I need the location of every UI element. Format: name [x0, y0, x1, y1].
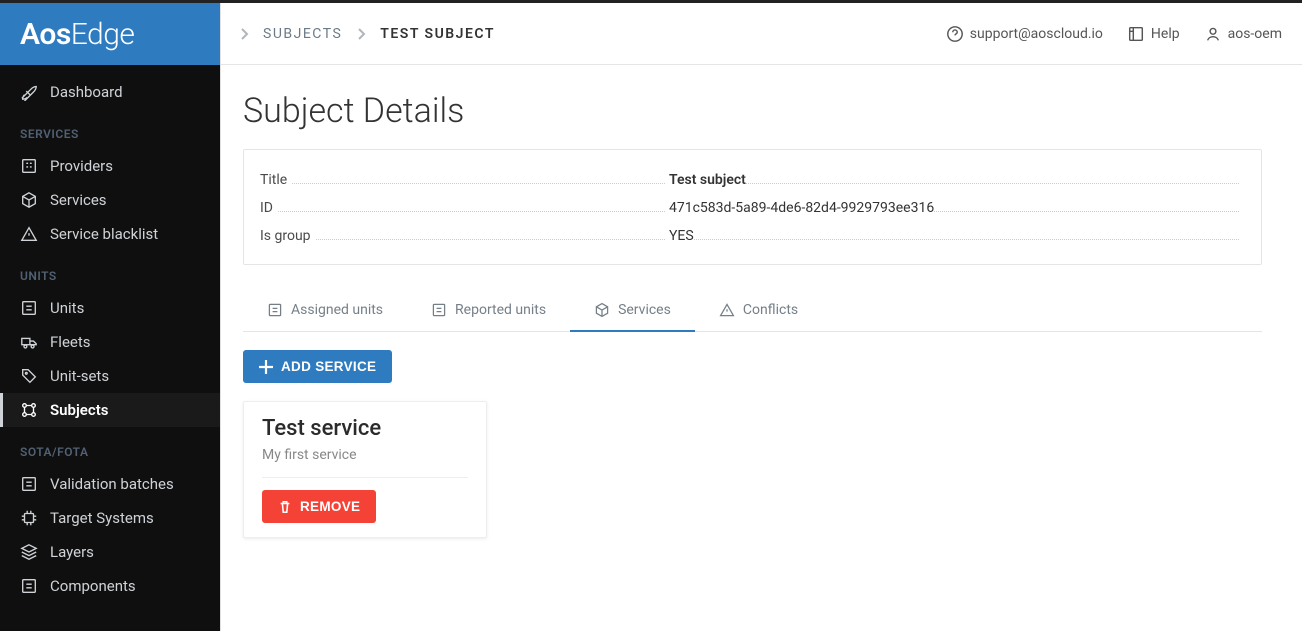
rocket-icon: [20, 83, 38, 101]
cube-icon: [20, 191, 38, 209]
sidebar-item-components[interactable]: Components: [0, 569, 220, 603]
tab-conflicts[interactable]: Conflicts: [695, 290, 822, 332]
page-title: Subject Details: [243, 91, 1262, 131]
layers-icon: [20, 543, 38, 561]
topbar-actions: support@aoscloud.io Help aos-oem: [946, 25, 1282, 43]
user-menu[interactable]: aos-oem: [1204, 25, 1282, 43]
detail-row-id: ID 471c583d-5a89-4de6-82d4-9929793ee316: [260, 194, 1239, 222]
sidebar-item-layers[interactable]: Layers: [0, 535, 220, 569]
sidebar-item-fleets[interactable]: Fleets: [0, 325, 220, 359]
sidebar-item-label: Services: [50, 191, 107, 209]
breadcrumb: SUBJECTS TEST SUBJECT: [239, 26, 932, 42]
nodes-icon: [20, 401, 38, 419]
sidebar-item-units[interactable]: Units: [0, 291, 220, 325]
sidebar-item-validation-batches[interactable]: Validation batches: [0, 467, 220, 501]
tag-icon: [20, 367, 38, 385]
list-icon: [20, 299, 38, 317]
main: SUBJECTS TEST SUBJECT support@aoscloud.i…: [220, 3, 1302, 631]
detail-value: 471c583d-5a89-4de6-82d4-9929793ee316: [665, 200, 934, 216]
sidebar-section-units: UNITS: [0, 251, 220, 291]
list-icon: [20, 475, 38, 493]
sidebar-item-label: Subjects: [50, 401, 108, 419]
book-icon: [1127, 25, 1145, 43]
sidebar-section-services: SERVICES: [0, 109, 220, 149]
sidebar-item-target-systems[interactable]: Target Systems: [0, 501, 220, 535]
sidebar-item-providers[interactable]: Providers: [0, 149, 220, 183]
sidebar-item-label: Service blacklist: [50, 225, 158, 243]
breadcrumb-current: TEST SUBJECT: [380, 26, 495, 42]
chevron-right-icon: [356, 27, 366, 41]
truck-icon: [20, 333, 38, 351]
detail-label: Is group: [260, 228, 665, 244]
content: Subject Details Title Test subject ID 47…: [221, 65, 1302, 631]
warning-icon: [719, 302, 735, 318]
detail-value: YES: [665, 228, 694, 244]
topbar: SUBJECTS TEST SUBJECT support@aoscloud.i…: [221, 3, 1302, 65]
detail-label: ID: [260, 200, 665, 216]
sidebar-item-label: Units: [50, 299, 84, 317]
building-icon: [20, 157, 38, 175]
tabs: Assigned units Reported units Services C…: [243, 289, 1262, 332]
sidebar-section-sotafota: SOTA/FOTA: [0, 427, 220, 467]
list-icon: [20, 577, 38, 595]
tab-services[interactable]: Services: [570, 290, 695, 332]
tab-reported-units[interactable]: Reported units: [407, 290, 570, 332]
details-panel: Title Test subject ID 471c583d-5a89-4de6…: [243, 149, 1262, 265]
help-circle-icon: [946, 25, 964, 43]
warning-icon: [20, 225, 38, 243]
sidebar-item-label: Layers: [50, 543, 94, 561]
support-link[interactable]: support@aoscloud.io: [946, 25, 1103, 43]
sidebar-item-label: Fleets: [50, 333, 91, 351]
sidebar-item-services[interactable]: Services: [0, 183, 220, 217]
sidebar-item-label: Providers: [50, 157, 113, 175]
sidebar-item-subjects[interactable]: Subjects: [0, 393, 220, 427]
add-service-button[interactable]: ADD SERVICE: [243, 350, 392, 383]
list-icon: [431, 302, 447, 318]
chevron-right-icon: [239, 27, 249, 41]
sidebar: AosEdge Dashboard SERVICES Providers Ser…: [0, 3, 220, 631]
trash-icon: [278, 500, 292, 514]
detail-row-title: Title Test subject: [260, 166, 1239, 194]
service-card-title: Test service: [262, 416, 468, 441]
logo[interactable]: AosEdge: [0, 3, 220, 65]
detail-label: Title: [260, 172, 665, 188]
tab-assigned-units[interactable]: Assigned units: [243, 290, 407, 332]
sidebar-item-label: Target Systems: [50, 509, 154, 527]
breadcrumb-subjects[interactable]: SUBJECTS: [263, 26, 342, 42]
list-icon: [267, 302, 283, 318]
sidebar-item-service-blacklist[interactable]: Service blacklist: [0, 217, 220, 251]
user-icon: [1204, 25, 1222, 43]
sidebar-item-label: Unit-sets: [50, 367, 109, 385]
detail-row-group: Is group YES: [260, 222, 1239, 250]
cube-icon: [594, 302, 610, 318]
sidebar-item-label: Components: [50, 577, 136, 595]
sidebar-item-dashboard[interactable]: Dashboard: [0, 75, 220, 109]
detail-value: Test subject: [665, 172, 746, 188]
tab-content-services: ADD SERVICE Test service My first servic…: [243, 332, 1262, 538]
service-card: Test service My first service REMOVE: [243, 401, 487, 538]
sidebar-item-label: Dashboard: [50, 83, 123, 101]
sidebar-item-unit-sets[interactable]: Unit-sets: [0, 359, 220, 393]
remove-service-button[interactable]: REMOVE: [262, 490, 376, 523]
service-card-subtitle: My first service: [262, 447, 468, 478]
chip-icon: [20, 509, 38, 527]
plus-icon: [259, 360, 273, 374]
help-link[interactable]: Help: [1127, 25, 1180, 43]
sidebar-item-label: Validation batches: [50, 475, 174, 493]
